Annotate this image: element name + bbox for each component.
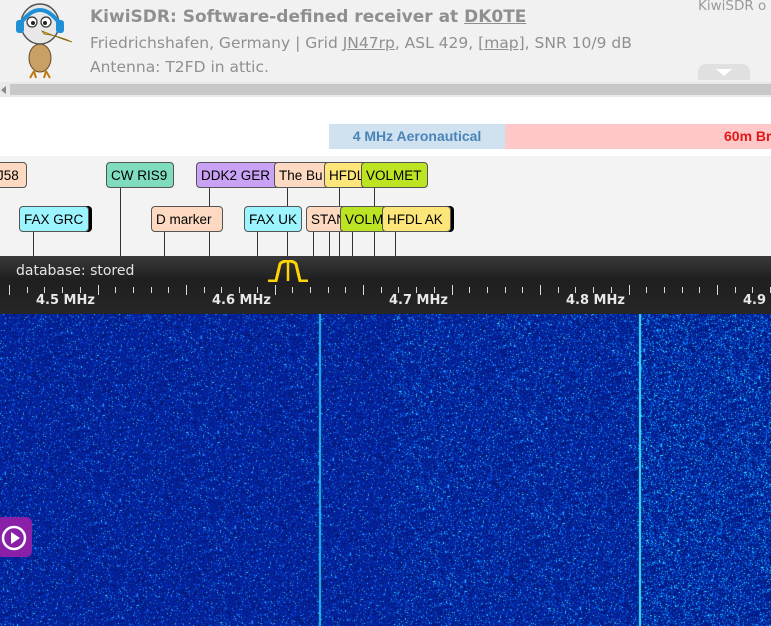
band-60m-label: 60m Br (724, 128, 771, 144)
scale-tick (151, 287, 152, 293)
scale-tick (9, 285, 10, 295)
scale-tick (98, 285, 99, 295)
scale-tick (168, 287, 169, 293)
station-labels-area: J58 CW RIS9 DDK2 GER The Bu HFDL VOLMET … (0, 156, 771, 256)
label-stem (257, 232, 258, 256)
scale-tick (186, 285, 187, 295)
passband-marker-icon[interactable] (266, 260, 310, 282)
scale-tick (275, 285, 276, 295)
label-stem (395, 232, 396, 256)
scale-tick (593, 287, 594, 293)
station-label-hfdl-ak[interactable]: HFDL AK (382, 206, 451, 232)
snr-text: , SNR 10/9 dB (524, 34, 632, 52)
band-60m-broadcast[interactable]: 60m Br (505, 124, 771, 149)
waterfall-display[interactable] (0, 314, 771, 626)
label-stem (120, 188, 121, 256)
database-status: database: stored (16, 263, 135, 279)
scale-tick (27, 287, 28, 293)
scroll-left-icon[interactable] (1, 86, 6, 94)
scale-tick (646, 287, 647, 293)
scale-tick (717, 285, 718, 295)
scale-tick (452, 285, 453, 295)
scale-tick (239, 287, 240, 293)
label-stem (352, 232, 353, 256)
scale-tick (310, 287, 311, 293)
page-title: KiwiSDR: Software-defined receiver at DK… (90, 7, 526, 27)
freq-label: 4.6 MHz (212, 293, 271, 308)
scale-tick (44, 287, 45, 293)
scale-tick (629, 285, 630, 295)
scale-tick (469, 287, 470, 293)
station-label-ddk2[interactable]: DDK2 GER (196, 162, 280, 188)
station-label-fax-grc[interactable]: FAX GRC (19, 206, 89, 232)
station-label-fax-uk[interactable]: FAX UK (244, 206, 302, 232)
label-stem (164, 232, 165, 256)
asl-text: , ASL 429, (394, 34, 479, 52)
station-label-d-marker[interactable]: D marker (151, 206, 223, 232)
scale-tick (381, 287, 382, 293)
horizontal-scrollbar[interactable] (0, 82, 771, 97)
callsign-link[interactable]: DK0TE (464, 7, 526, 27)
location-text: Friedrichshafen, Germany | Grid (90, 34, 343, 52)
chevron-down-icon (716, 69, 732, 76)
play-button[interactable] (0, 517, 32, 557)
scale-tick (611, 287, 612, 293)
station-label-j58[interactable]: J58 (0, 162, 27, 188)
scale-tick (257, 287, 258, 293)
scale-tick (204, 287, 205, 293)
location-line: Friedrichshafen, Germany | Grid JN47rp, … (90, 34, 632, 52)
station-label-the-bu[interactable]: The Bu (274, 162, 330, 188)
corner-text: KiwiSDR o (698, 0, 767, 14)
scale-tick (292, 287, 293, 293)
freq-label: 4.7 MHz (389, 293, 448, 308)
scale-tick (416, 287, 417, 293)
scale-tick (664, 287, 665, 293)
band-aeronautical[interactable]: 4 MHz Aeronautical (329, 124, 505, 149)
scale-tick (398, 287, 399, 293)
antenna-info: Antenna: T2FD in attic. (90, 58, 269, 76)
station-label-cw-ris9[interactable]: CW RIS9 (106, 162, 174, 188)
scale-tick (345, 287, 346, 293)
scale-tick (682, 287, 683, 293)
play-circle-icon (1, 525, 27, 551)
map-link[interactable]: [map] (478, 34, 525, 52)
grid-link[interactable]: JN47rp (343, 34, 395, 52)
scale-tick (699, 287, 700, 293)
freq-label: 4.5 MHz (36, 293, 95, 308)
scale-tick (522, 287, 523, 293)
scrollbar-thumb[interactable] (10, 84, 771, 95)
waterfall-canvas[interactable] (0, 314, 771, 626)
scale-tick (115, 287, 116, 293)
kiwi-logo-icon[interactable] (8, 0, 74, 80)
freq-label: 4.9 (743, 293, 767, 308)
label-stem (329, 232, 330, 256)
label-stem (313, 232, 314, 256)
scale-tick (540, 285, 541, 295)
scale-tick (487, 287, 488, 293)
station-label-volm[interactable]: VOLM (340, 206, 388, 232)
scale-tick (80, 287, 81, 293)
scale-tick (505, 287, 506, 293)
band-bar: 4 MHz Aeronautical 60m Br (0, 97, 771, 156)
scale-tick (752, 287, 753, 293)
scale-tick (221, 287, 222, 293)
frequency-scale[interactable]: database: stored 4.5 MHz 4.6 MHz 4.7 MHz… (0, 256, 771, 314)
scale-tick (62, 287, 63, 293)
scale-tick (558, 287, 559, 293)
scale-tick (363, 285, 364, 295)
collapse-header-button[interactable] (698, 64, 750, 80)
scale-tick (575, 287, 576, 293)
title-text: KiwiSDR: Software-defined receiver at (90, 7, 465, 27)
freq-label: 4.8 MHz (566, 293, 625, 308)
scale-tick (735, 287, 736, 293)
top-bar: KiwiSDR: Software-defined receiver at DK… (0, 0, 771, 82)
station-label-volmet[interactable]: VOLMET (361, 162, 428, 188)
scale-tick (434, 287, 435, 293)
label-stem (33, 232, 34, 256)
scale-tick (133, 287, 134, 293)
scale-tick (328, 287, 329, 293)
